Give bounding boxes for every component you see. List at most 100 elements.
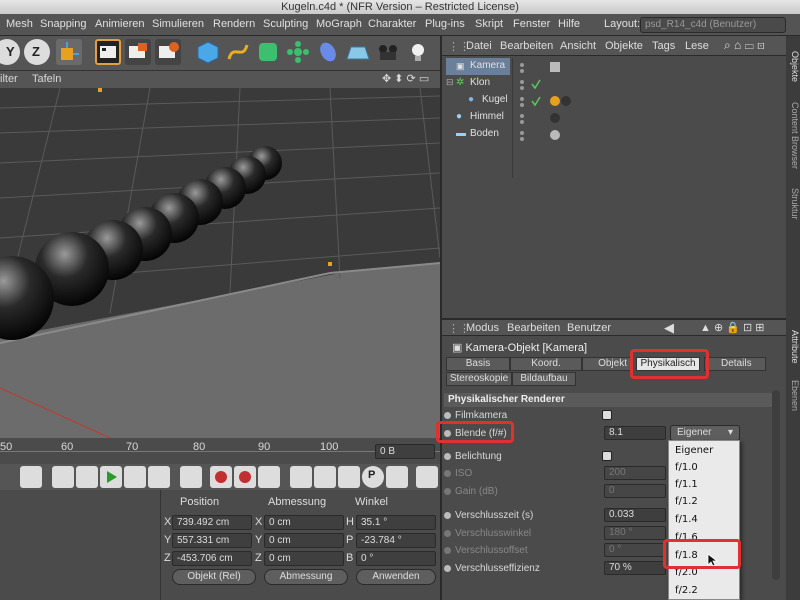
menu-skript[interactable]: Skript <box>475 18 503 30</box>
verschlusseffizienz-value-field[interactable]: 70 % <box>604 561 666 575</box>
tab-basis[interactable]: Basis <box>446 357 510 371</box>
autokey-icon[interactable] <box>234 466 256 488</box>
next-key-icon[interactable] <box>148 466 170 488</box>
menu-rendern[interactable]: Rendern <box>213 18 255 30</box>
belichtung-checkbox[interactable] <box>602 451 612 461</box>
gain-value-field[interactable]: 0 <box>604 484 666 498</box>
tab-stereoskopie[interactable]: Stereoskopie <box>446 372 512 386</box>
dropdown-option[interactable]: f/1.4 <box>675 514 698 525</box>
size-y-field[interactable]: 0 cm <box>264 533 344 548</box>
menu-mesh[interactable]: Mesh <box>6 18 33 30</box>
tree-item-boden[interactable]: ▬ Boden <box>446 126 510 143</box>
record-key-icon[interactable] <box>210 466 232 488</box>
tab-details[interactable]: Details <box>704 357 766 371</box>
cube-icon[interactable] <box>195 39 221 65</box>
visibility-and-tag-column[interactable] <box>514 58 594 148</box>
om-toolbar-icons[interactable]: ⌕ ⌂ ▭ ⊡ <box>724 38 765 53</box>
3d-viewport[interactable] <box>0 88 440 438</box>
attr-toolbar-icons[interactable]: ▲ ⊕ 🔒 ⊡ ⊞ <box>700 321 764 334</box>
position-track-icon[interactable] <box>290 466 312 488</box>
spline-pen-icon[interactable] <box>225 39 251 65</box>
deformer-icon[interactable] <box>315 39 341 65</box>
play-icon[interactable] <box>100 466 122 488</box>
timeline[interactable]: 50 60 70 80 90 100 0 B <box>0 438 440 464</box>
viewport-menu-tafeln[interactable]: Tafeln <box>32 73 61 85</box>
dropdown-option[interactable]: f/1.1 <box>675 479 698 490</box>
blende-value-field[interactable]: 8.1 <box>604 426 666 440</box>
nurbs-icon[interactable] <box>255 39 281 65</box>
tree-item-kamera[interactable]: ▣ Kamera <box>446 58 510 75</box>
size-z-field[interactable]: 0 cm <box>264 551 344 566</box>
tab-koord[interactable]: Koord. <box>510 357 582 371</box>
dropdown-option[interactable]: Eigener <box>675 445 713 456</box>
menu-plugins[interactable]: Plug-ins <box>425 18 465 30</box>
menu-snapping[interactable]: Snapping <box>40 18 87 30</box>
om-menu-lesezeichen[interactable]: Lese <box>685 40 709 52</box>
om-menu-tags[interactable]: Tags <box>652 40 675 52</box>
dropdown-option[interactable]: f/1.0 <box>675 462 698 473</box>
viewport-navigation-icons[interactable]: ✥ ⬍ ⟳ ▭ <box>382 72 429 85</box>
render-view-icon[interactable] <box>95 39 121 65</box>
coordinate-system-icon[interactable] <box>56 39 82 65</box>
blende-preset-select[interactable]: Eigener ▾ <box>670 425 740 441</box>
side-tab-attribute[interactable]: Attribute <box>786 322 800 372</box>
previous-key-icon[interactable] <box>52 466 74 488</box>
rotation-b-field[interactable]: 0 ° <box>356 551 436 566</box>
om-menu-datei[interactable]: Datei <box>466 40 492 52</box>
floor-icon[interactable] <box>345 39 371 65</box>
rotation-h-field[interactable]: 35.1 ° <box>356 515 436 530</box>
menu-fenster[interactable]: Fenster <box>513 18 550 30</box>
coordinate-mode-select[interactable]: Objekt (Rel) <box>172 569 256 585</box>
side-tab-struktur[interactable]: Struktur <box>786 181 800 226</box>
verschlussoffset-value-field[interactable]: 0 ° <box>604 543 666 557</box>
tab-objekt[interactable]: Objekt <box>582 357 632 371</box>
position-y-field[interactable]: 557.331 cm <box>172 533 252 548</box>
side-tab-ebenen[interactable]: Ebenen <box>786 376 800 416</box>
tab-bildaufbau[interactable]: Bildaufbau <box>512 372 576 386</box>
scale-y-icon[interactable]: Y <box>0 39 20 65</box>
attr-menu-bearbeiten[interactable]: Bearbeiten <box>507 322 560 334</box>
iso-value-field[interactable]: 200 <box>604 466 666 480</box>
scale-track-icon[interactable] <box>314 466 336 488</box>
filmkamera-checkbox[interactable] <box>602 410 612 420</box>
tree-item-kugel[interactable]: ● Kugel <box>446 92 510 109</box>
dropdown-option[interactable]: f/1.2 <box>675 496 698 507</box>
attr-menu-modus[interactable]: Modus <box>466 322 499 334</box>
attributes-scrollbar[interactable] <box>772 390 780 580</box>
verschlusszeit-value-field[interactable]: 0.033 <box>604 508 666 522</box>
go-to-start-icon[interactable] <box>20 466 42 488</box>
menu-charakter[interactable]: Charakter <box>368 18 416 30</box>
attr-menu-benutzer[interactable]: Benutzer <box>567 322 611 334</box>
timeline-icon[interactable] <box>416 466 438 488</box>
render-settings-icon[interactable] <box>155 39 181 65</box>
menu-animieren[interactable]: Animieren <box>95 18 145 30</box>
dropdown-option[interactable]: f/2.2 <box>675 585 698 596</box>
tree-item-klon[interactable]: ⊟ ✲ Klon <box>446 75 510 92</box>
position-x-field[interactable]: 739.492 cm <box>172 515 252 530</box>
array-icon[interactable] <box>285 39 311 65</box>
menu-sculpting[interactable]: Sculpting <box>263 18 308 30</box>
tree-item-himmel[interactable]: ● Himmel <box>446 109 510 126</box>
side-tab-objekte[interactable]: Objekte <box>786 42 800 92</box>
go-to-end-icon[interactable] <box>180 466 202 488</box>
light-icon[interactable] <box>405 39 431 65</box>
rotation-p-field[interactable]: -23.784 ° <box>356 533 436 548</box>
point-level-animation-icon[interactable] <box>386 466 408 488</box>
camera-icon[interactable] <box>375 39 401 65</box>
menu-simulieren[interactable]: Simulieren <box>152 18 204 30</box>
scale-z-icon[interactable]: Z <box>24 39 50 65</box>
previous-frame-icon[interactable] <box>76 466 98 488</box>
frame-field[interactable]: 0 B <box>375 444 435 459</box>
parameter-track-icon[interactable]: P <box>362 466 384 488</box>
apply-button[interactable]: Anwenden <box>356 569 436 585</box>
rotation-track-icon[interactable] <box>338 466 360 488</box>
viewport-menu-filter[interactable]: ilter <box>0 73 18 85</box>
position-z-field[interactable]: -453.706 cm <box>172 551 252 566</box>
expand-icon[interactable]: ⊟ <box>446 77 454 88</box>
render-picture-viewer-icon[interactable] <box>125 39 151 65</box>
keyframe-selection-icon[interactable] <box>258 466 280 488</box>
om-menu-ansicht[interactable]: Ansicht <box>560 40 596 52</box>
layout-select[interactable]: psd_R14_c4d (Benutzer) <box>640 17 786 33</box>
om-menu-objekte[interactable]: Objekte <box>605 40 643 52</box>
size-x-field[interactable]: 0 cm <box>264 515 344 530</box>
